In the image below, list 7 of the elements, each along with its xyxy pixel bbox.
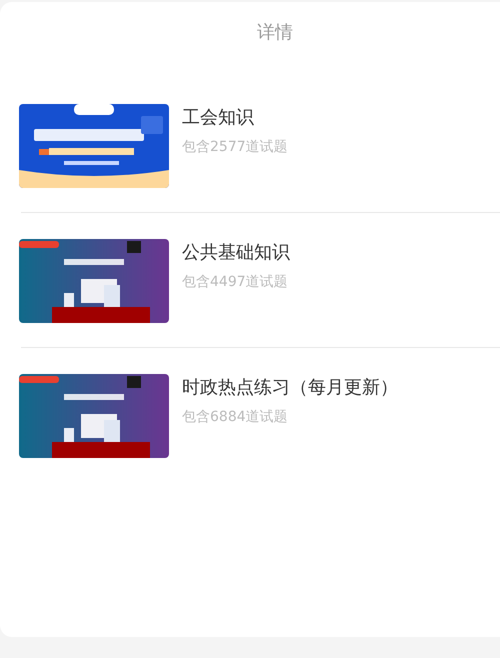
page-title: 详情 (256, 21, 294, 45)
course-title[interactable]: 公共基础知识 (182, 241, 290, 265)
question-count: 包含2577道试题 (182, 138, 288, 156)
question-count: 包含4497道试题 (182, 273, 289, 291)
course-title[interactable]: 时政热点练习（每月更新） (182, 376, 398, 400)
question-count: 包含6884道试题 (182, 408, 289, 426)
course-title[interactable]: 工会知识 (182, 106, 288, 130)
